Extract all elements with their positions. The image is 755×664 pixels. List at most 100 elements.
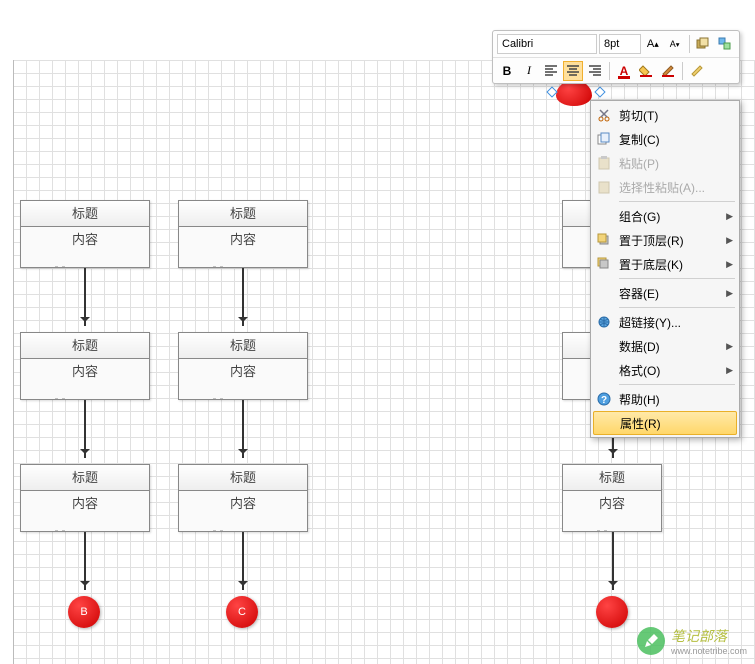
bring-front-icon bbox=[596, 232, 612, 248]
pencil-icon bbox=[637, 627, 665, 655]
font-color-icon[interactable]: A bbox=[614, 61, 634, 81]
shape-body: 内容 bbox=[179, 491, 307, 531]
connector[interactable] bbox=[84, 268, 86, 326]
menu-label: 粘贴(P) bbox=[619, 155, 659, 172]
menu-label: 置于顶层(R) bbox=[619, 232, 684, 249]
align-center-icon[interactable] bbox=[563, 61, 583, 81]
font-size-input[interactable] bbox=[599, 34, 641, 54]
chevron-right-icon: ▶ bbox=[726, 341, 733, 352]
flowchart-shape[interactable]: 标题 内容 bbox=[178, 332, 308, 400]
canvas-margin-left bbox=[0, 60, 14, 664]
menu-label: 置于底层(K) bbox=[619, 256, 683, 273]
connector[interactable] bbox=[242, 400, 244, 458]
menu-label: 容器(E) bbox=[619, 285, 659, 302]
flowchart-shape[interactable]: 标题 内容 bbox=[178, 464, 308, 532]
shapes-icon[interactable] bbox=[715, 34, 735, 54]
paste-special-icon bbox=[596, 179, 612, 195]
chevron-right-icon: ▶ bbox=[726, 211, 733, 222]
menu-separator bbox=[619, 307, 735, 308]
shape-title: 标题 bbox=[21, 333, 149, 359]
shape-title: 标题 bbox=[179, 465, 307, 491]
shape-body: 内容 bbox=[563, 491, 661, 531]
shape-body: 内容 bbox=[179, 359, 307, 399]
send-back-icon bbox=[596, 256, 612, 272]
svg-text:?: ? bbox=[601, 395, 607, 406]
menu-format[interactable]: 格式(O) ▶ bbox=[591, 358, 739, 382]
endpoint-circle[interactable] bbox=[596, 596, 628, 628]
watermark-title: 笔记部落 bbox=[671, 626, 747, 646]
shape-body: 内容 bbox=[21, 227, 149, 267]
menu-label: 选择性粘贴(A)... bbox=[619, 179, 705, 196]
paste-icon bbox=[596, 155, 612, 171]
flowchart-shape[interactable]: 标题 内容 bbox=[562, 464, 662, 532]
flowchart-shape[interactable]: 标题 内容 bbox=[20, 464, 150, 532]
copy-icon bbox=[596, 131, 612, 147]
flowchart-shape[interactable]: 标题 内容 bbox=[20, 200, 150, 268]
font-name-input[interactable] bbox=[497, 34, 597, 54]
menu-label: 数据(D) bbox=[619, 338, 660, 355]
decrease-font-icon[interactable]: A▾ bbox=[665, 34, 685, 54]
menu-label: 帮助(H) bbox=[619, 391, 660, 408]
menu-properties[interactable]: 属性(R) bbox=[593, 411, 737, 435]
shape-title: 标题 bbox=[21, 465, 149, 491]
separator bbox=[689, 35, 690, 53]
bold-button[interactable]: B bbox=[497, 61, 517, 81]
menu-label: 格式(O) bbox=[619, 362, 660, 379]
menu-container[interactable]: 容器(E) ▶ bbox=[591, 281, 739, 305]
connector[interactable] bbox=[242, 532, 244, 590]
menu-label: 剪切(T) bbox=[619, 107, 658, 124]
menu-label: 复制(C) bbox=[619, 131, 660, 148]
watermark: 笔记部落 www.notetribe.com bbox=[637, 626, 747, 656]
cut-icon bbox=[596, 107, 612, 123]
menu-paste-special: 选择性粘贴(A)... bbox=[591, 175, 739, 199]
menu-copy[interactable]: 复制(C) bbox=[591, 127, 739, 151]
menu-label: 属性(R) bbox=[620, 415, 661, 432]
menu-send-back[interactable]: 置于底层(K) ▶ bbox=[591, 252, 739, 276]
flowchart-shape[interactable]: 标题 内容 bbox=[178, 200, 308, 268]
shape-title: 标题 bbox=[21, 201, 149, 227]
menu-cut[interactable]: 剪切(T) bbox=[591, 103, 739, 127]
watermark-subtitle: www.notetribe.com bbox=[671, 646, 747, 656]
endpoint-circle-c[interactable]: C bbox=[226, 596, 258, 628]
separator bbox=[609, 62, 610, 80]
menu-separator bbox=[619, 201, 735, 202]
menu-separator bbox=[619, 384, 735, 385]
chevron-right-icon: ▶ bbox=[726, 365, 733, 376]
connector[interactable] bbox=[84, 400, 86, 458]
menu-label: 组合(G) bbox=[619, 208, 660, 225]
help-icon: ? bbox=[596, 391, 612, 407]
hyperlink-icon bbox=[596, 314, 612, 330]
flowchart-shape[interactable]: 标题 内容 bbox=[20, 332, 150, 400]
align-right-icon[interactable] bbox=[585, 61, 605, 81]
line-color-icon[interactable] bbox=[658, 61, 678, 81]
menu-help[interactable]: ? 帮助(H) bbox=[591, 387, 739, 411]
menu-label: 超链接(Y)... bbox=[619, 314, 681, 331]
format-painter-icon[interactable] bbox=[687, 61, 707, 81]
chevron-right-icon: ▶ bbox=[726, 259, 733, 270]
align-left-icon[interactable] bbox=[541, 61, 561, 81]
connector[interactable] bbox=[84, 532, 86, 590]
increase-font-icon[interactable]: A▴ bbox=[643, 34, 663, 54]
endpoint-circle-b[interactable]: B bbox=[68, 596, 100, 628]
shape-title: 标题 bbox=[563, 465, 661, 491]
shape-body: 内容 bbox=[21, 359, 149, 399]
menu-paste: 粘贴(P) bbox=[591, 151, 739, 175]
chevron-right-icon: ▶ bbox=[726, 235, 733, 246]
menu-hyperlink[interactable]: 超链接(Y)... bbox=[591, 310, 739, 334]
context-menu: 剪切(T) 复制(C) 粘贴(P) 选择性粘贴(A)... 组合(G) ▶ 置于… bbox=[590, 100, 740, 438]
shape-body: 内容 bbox=[179, 227, 307, 267]
connector[interactable] bbox=[612, 532, 614, 590]
menu-data[interactable]: 数据(D) ▶ bbox=[591, 334, 739, 358]
menu-group[interactable]: 组合(G) ▶ bbox=[591, 204, 739, 228]
shape-title: 标题 bbox=[179, 333, 307, 359]
shape-body: 内容 bbox=[21, 491, 149, 531]
connector[interactable] bbox=[242, 268, 244, 326]
duplicate-icon[interactable] bbox=[693, 34, 713, 54]
formatting-toolbar: A▴ A▾ B I A bbox=[492, 30, 740, 84]
menu-bring-front[interactable]: 置于顶层(R) ▶ bbox=[591, 228, 739, 252]
shape-title: 标题 bbox=[179, 201, 307, 227]
fill-color-icon[interactable] bbox=[636, 61, 656, 81]
italic-button[interactable]: I bbox=[519, 61, 539, 81]
menu-separator bbox=[619, 278, 735, 279]
separator bbox=[682, 62, 683, 80]
